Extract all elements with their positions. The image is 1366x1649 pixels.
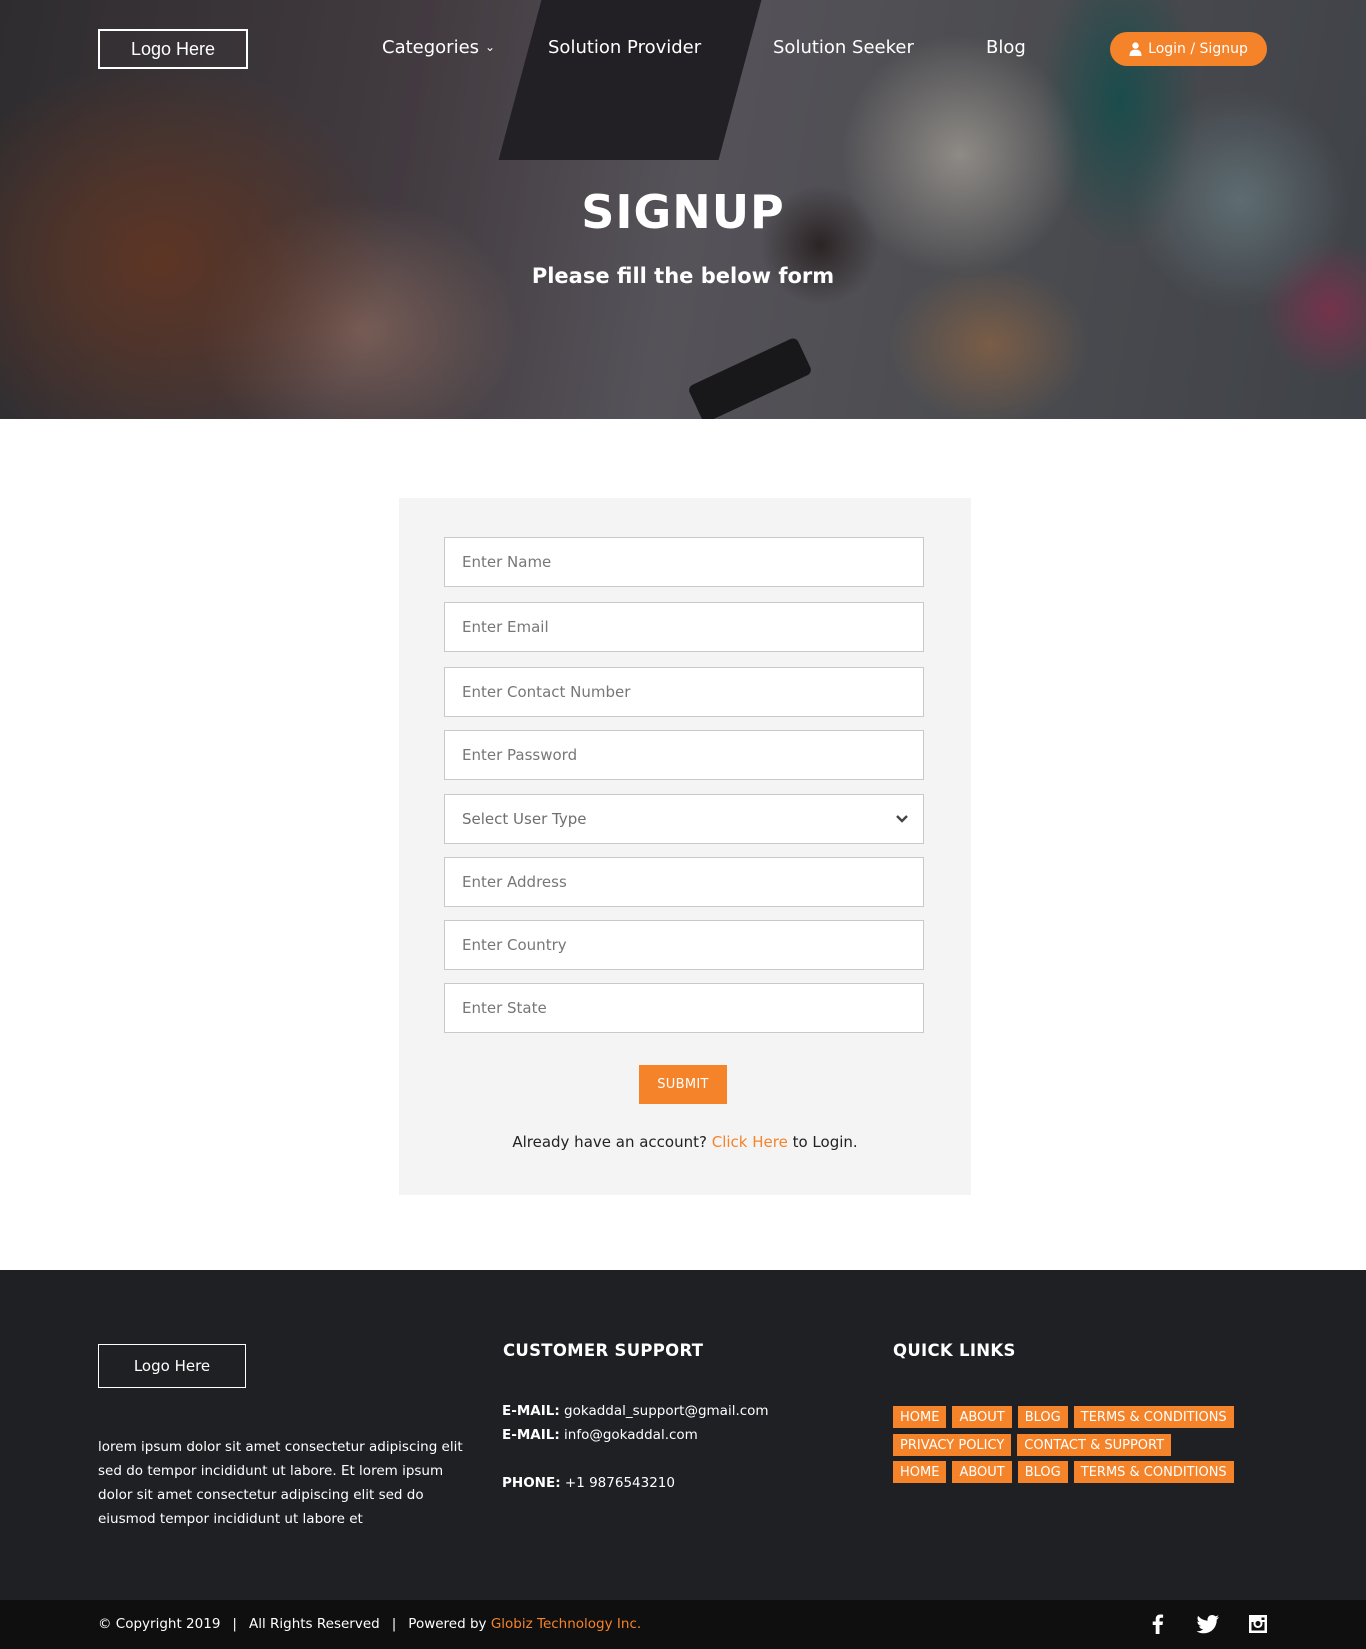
page-subtitle: Please fill the below form (531, 264, 835, 288)
chevron-down-icon: ⌄ (485, 40, 496, 54)
copyright-bar: © Copyright 2019 | All Rights Reserved | Pow… (0, 1600, 1366, 1649)
quick-link-home[interactable]: HOME (893, 1406, 947, 1428)
nav-categories[interactable]: Categories ⌄ (382, 37, 495, 58)
nav-categories-label: Categories (382, 37, 480, 58)
contact-field[interactable] (444, 667, 924, 717)
country-input[interactable] (462, 921, 923, 969)
quick-links-heading: QUICK LINKS (893, 1341, 1016, 1360)
quick-link-terms[interactable]: TERMS & CONDITIONS (1073, 1406, 1234, 1428)
support-email-value[interactable]: gokaddal_support@gmail.com (564, 1403, 769, 1419)
address-input[interactable] (462, 858, 923, 906)
main-nav: Logo Here Categories ⌄ Solution Provider … (0, 0, 1366, 100)
copyright-text: © Copyright 2019 | All Rights Reserved | Pow… (98, 1616, 641, 1632)
login-link[interactable]: Click Here (712, 1133, 788, 1151)
email-input[interactable] (462, 603, 923, 651)
phone-label: PHONE: (502, 1475, 561, 1491)
name-field[interactable] (444, 537, 924, 587)
support-email-1: E-MAIL: gokaddal_support@gmail.com (502, 1403, 769, 1419)
contact-number-input[interactable] (462, 668, 923, 716)
login-prompt-suffix: to Login. (792, 1133, 858, 1151)
quick-link-about[interactable]: ABOUT (952, 1406, 1012, 1428)
quick-link-contact[interactable]: CONTACT & SUPPORT (1017, 1434, 1172, 1456)
quick-link-privacy[interactable]: PRIVACY POLICY (893, 1434, 1012, 1456)
footer: Logo Here lorem ipsum dolor sit amet con… (0, 1270, 1366, 1600)
login-signup-button[interactable]: Login / Signup (1110, 32, 1267, 66)
login-signup-label: Login / Signup (1148, 41, 1248, 57)
hero-banner: Logo Here Categories ⌄ Solution Provider … (0, 0, 1366, 419)
name-input[interactable] (462, 538, 923, 586)
password-input[interactable] (462, 731, 923, 779)
login-prompt: Already have an account? Click Here to L… (399, 1133, 971, 1151)
quick-links-row: PRIVACY POLICY CONTACT & SUPPORT (893, 1434, 1172, 1456)
instagram-icon[interactable] (1246, 1612, 1270, 1636)
powered-by-brand[interactable]: Globiz Technology Inc. (491, 1616, 641, 1632)
footer-about-text: lorem ipsum dolor sit amet consectetur a… (98, 1439, 463, 1527)
quick-link-about[interactable]: ABOUT (952, 1461, 1012, 1483)
signup-form: Select User Type SUBMIT Already have an … (399, 498, 971, 1195)
email-label: E-MAIL: (502, 1427, 560, 1443)
site-logo[interactable]: Logo Here (98, 29, 248, 69)
nav-solution-seeker[interactable]: Solution Seeker (773, 37, 914, 58)
support-email-2: E-MAIL: info@gokaddal.com (502, 1427, 698, 1443)
customer-support-heading: CUSTOMER SUPPORT (503, 1341, 704, 1360)
quick-link-blog[interactable]: BLOG (1017, 1406, 1068, 1428)
state-field[interactable] (444, 983, 924, 1033)
separator: | (232, 1616, 237, 1632)
hero-background-shape (687, 336, 813, 419)
email-field[interactable] (444, 602, 924, 652)
country-field[interactable] (444, 920, 924, 970)
support-phone: PHONE: +1 9876543210 (502, 1475, 675, 1491)
address-field[interactable] (444, 857, 924, 907)
twitter-icon[interactable] (1196, 1612, 1220, 1636)
email-label: E-MAIL: (502, 1403, 560, 1419)
page-title: SIGNUP (581, 185, 785, 239)
user-type-selected-value: Select User Type (462, 810, 587, 828)
quick-link-blog[interactable]: BLOG (1017, 1461, 1068, 1483)
user-type-select[interactable]: Select User Type (444, 794, 924, 844)
separator: | (391, 1616, 397, 1632)
quick-links-row: HOME ABOUT BLOG TERMS & CONDITIONS (893, 1406, 1234, 1428)
state-input[interactable] (462, 984, 923, 1032)
facebook-icon[interactable] (1146, 1612, 1170, 1636)
nav-solution-provider[interactable]: Solution Provider (548, 37, 701, 58)
login-prompt-prefix: Already have an account? (512, 1133, 707, 1151)
quick-link-home[interactable]: HOME (893, 1461, 947, 1483)
info-email-value[interactable]: info@gokaddal.com (564, 1427, 698, 1443)
powered-by-label: Powered by (408, 1616, 487, 1632)
submit-button[interactable]: SUBMIT (639, 1065, 727, 1104)
quick-links-row: HOME ABOUT BLOG TERMS & CONDITIONS (893, 1461, 1234, 1483)
chevron-down-icon (896, 815, 908, 823)
quick-link-terms[interactable]: TERMS & CONDITIONS (1073, 1461, 1234, 1483)
rights-text: All Rights Reserved (248, 1616, 380, 1632)
footer-logo[interactable]: Logo Here (98, 1344, 246, 1388)
copyright-year: © Copyright 2019 (98, 1616, 221, 1632)
user-icon (1129, 42, 1142, 56)
password-field[interactable] (444, 730, 924, 780)
nav-blog[interactable]: Blog (986, 37, 1026, 58)
phone-value[interactable]: +1 9876543210 (565, 1475, 675, 1491)
